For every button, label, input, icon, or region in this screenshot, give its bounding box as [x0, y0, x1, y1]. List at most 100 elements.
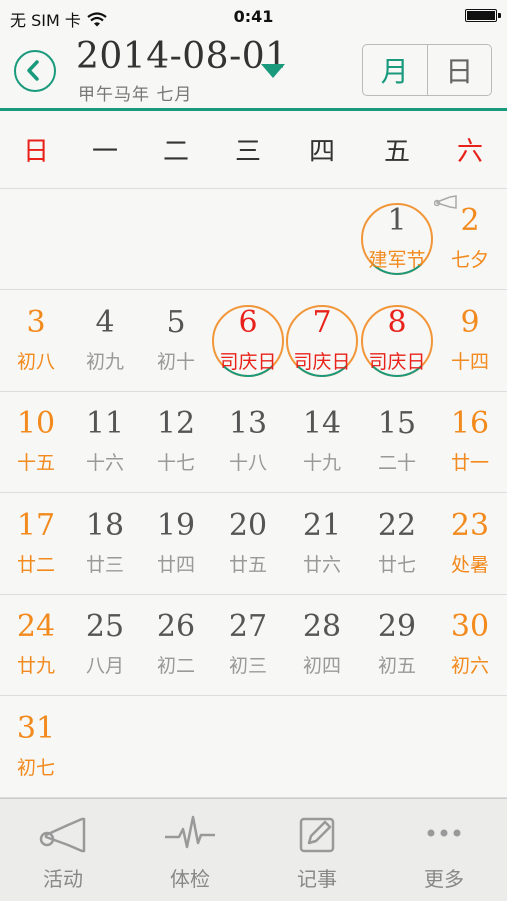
lunar-day: 廿一 [450, 452, 489, 474]
calendar-header: 2014-08-01 甲午马年 七月 月 日 [0, 34, 507, 111]
day-number: 22 [377, 507, 417, 543]
day-number: 25 [85, 609, 125, 644]
chevron-left-icon [27, 60, 39, 81]
day-cell[interactable]: 16 廿一 [434, 392, 506, 492]
date-title[interactable]: 2014-08-01 [76, 36, 289, 77]
day-cell[interactable]: 22 廿七 [361, 494, 433, 594]
week-row: 10 十五 11 十六 12 十七 13 十八 14 十九 15 二十 16 廿一 [0, 392, 507, 493]
tab-bar: 活动 体检 记事 更多 [0, 798, 507, 901]
day-cell[interactable]: 20 廿五 [212, 494, 284, 594]
note-edit-icon [299, 817, 335, 853]
weekday-label: 六 [456, 137, 483, 167]
weekday-label: 五 [383, 137, 410, 167]
day-number: 6 [238, 304, 258, 340]
day-cell[interactable]: 4 初九 [69, 291, 141, 391]
day-number: 9 [460, 304, 480, 340]
lunar-day: 初七 [16, 756, 55, 779]
week-row: 17 廿二 18 廿三 19 廿四 20 廿五 21 廿六 22 廿七 23 处暑 [0, 494, 507, 595]
status-time: 0:41 [233, 7, 274, 26]
lunar-day: 司庆日 [368, 350, 426, 373]
day-cell[interactable]: 19 廿四 [140, 494, 212, 594]
tab-checkup[interactable]: 体检 [127, 799, 253, 899]
day-cell[interactable]: 31 初七 [0, 697, 72, 797]
day-cell[interactable]: 26 初二 [140, 595, 212, 695]
weekday-label: 三 [234, 137, 261, 167]
day-cell[interactable]: 13 十八 [212, 392, 284, 492]
lunar-day: 十八 [228, 452, 267, 474]
weekday-label: 一 [91, 137, 118, 167]
tab-notes[interactable]: 记事 [254, 799, 380, 899]
tab-activity[interactable]: 活动 [0, 799, 126, 899]
more-icon [427, 829, 461, 837]
back-button[interactable] [14, 50, 56, 92]
day-number: 24 [16, 609, 56, 644]
day-cell[interactable]: 14 十九 [286, 392, 358, 492]
status-bar: 无 SIM 卡 0:41 [0, 0, 507, 34]
day-number: 5 [166, 304, 186, 340]
day-cell[interactable]: 9 十四 [434, 291, 506, 391]
lunar-day: 十四 [450, 350, 489, 373]
month-view-tab[interactable]: 月 [363, 45, 427, 95]
day-cell[interactable]: 28 初四 [286, 595, 358, 695]
weekday-header: 日一二三四五六 [0, 111, 507, 189]
lunar-day: 初三 [228, 655, 267, 677]
day-cell[interactable]: 6 司庆日 [212, 291, 284, 391]
day-number: 10 [16, 406, 56, 441]
day-cell[interactable]: 10 十五 [0, 392, 72, 492]
day-number: 3 [26, 304, 46, 340]
lunar-day: 廿五 [228, 553, 267, 576]
tab-checkup-label: 体检 [170, 867, 210, 891]
day-cell[interactable]: 24 廿九 [0, 595, 72, 695]
day-cell[interactable]: 7 司庆日 [286, 291, 358, 391]
lunar-day: 初五 [377, 655, 416, 677]
lunar-day: 七夕 [450, 249, 489, 271]
weekday-label: 二 [162, 137, 189, 167]
day-cell[interactable]: 23 处暑 [434, 494, 506, 594]
day-number: 23 [450, 507, 490, 543]
day-cell[interactable]: 8 司庆日 [361, 291, 433, 391]
horn-icon [434, 195, 457, 209]
horn-icon [39, 817, 86, 853]
lunar-day: 廿七 [377, 553, 416, 576]
day-number: 16 [450, 406, 490, 441]
day-number: 8 [387, 304, 407, 340]
day-number: 30 [450, 609, 490, 644]
day-view-tab[interactable]: 日 [426, 45, 492, 95]
day-cell[interactable]: 17 廿二 [0, 494, 72, 594]
day-number: 11 [85, 406, 125, 441]
tab-more[interactable]: 更多 [381, 799, 507, 899]
day-cell[interactable]: 1 建军节 [361, 189, 433, 289]
lunar-year-month: 甲午马年 七月 [78, 85, 193, 105]
weekday-label: 日 [22, 137, 49, 167]
day-number: 14 [302, 406, 342, 441]
day-cell[interactable]: 30 初六 [434, 595, 506, 695]
day-cell[interactable]: 29 初五 [361, 595, 433, 695]
day-number: 21 [302, 507, 342, 543]
day-cell[interactable]: 15 二十 [361, 392, 433, 492]
day-cell[interactable]: 25 八月 [69, 595, 141, 695]
lunar-day: 二十 [377, 452, 416, 474]
day-cell[interactable]: 5 初十 [140, 291, 212, 391]
day-number: 13 [228, 406, 268, 441]
day-number: 27 [228, 609, 268, 644]
day-number: 4 [95, 304, 115, 340]
day-cell[interactable]: 12 十七 [140, 392, 212, 492]
day-number: 15 [377, 406, 417, 441]
dropdown-arrow-icon[interactable] [261, 64, 285, 78]
week-row: 3 初八 4 初九 5 初十 6 司庆日 7 司庆日 8 司庆日 9 十四 [0, 291, 507, 392]
day-cell[interactable]: 3 初八 [0, 291, 72, 391]
lunar-day: 廿六 [302, 553, 341, 576]
lunar-day: 司庆日 [219, 350, 277, 373]
day-number: 26 [156, 609, 196, 644]
day-number: 7 [312, 304, 332, 340]
battery-icon [465, 9, 501, 22]
day-number: 29 [377, 609, 417, 644]
day-cell[interactable]: 21 廿六 [286, 494, 358, 594]
lunar-day: 十九 [302, 452, 341, 474]
day-number: 18 [85, 507, 125, 543]
day-cell[interactable]: 27 初三 [212, 595, 284, 695]
tab-more-label: 更多 [424, 867, 464, 891]
week-row: 1 建军节 2 七夕 [0, 189, 507, 290]
day-cell[interactable]: 18 廿三 [69, 494, 141, 594]
day-cell[interactable]: 11 十六 [69, 392, 141, 492]
